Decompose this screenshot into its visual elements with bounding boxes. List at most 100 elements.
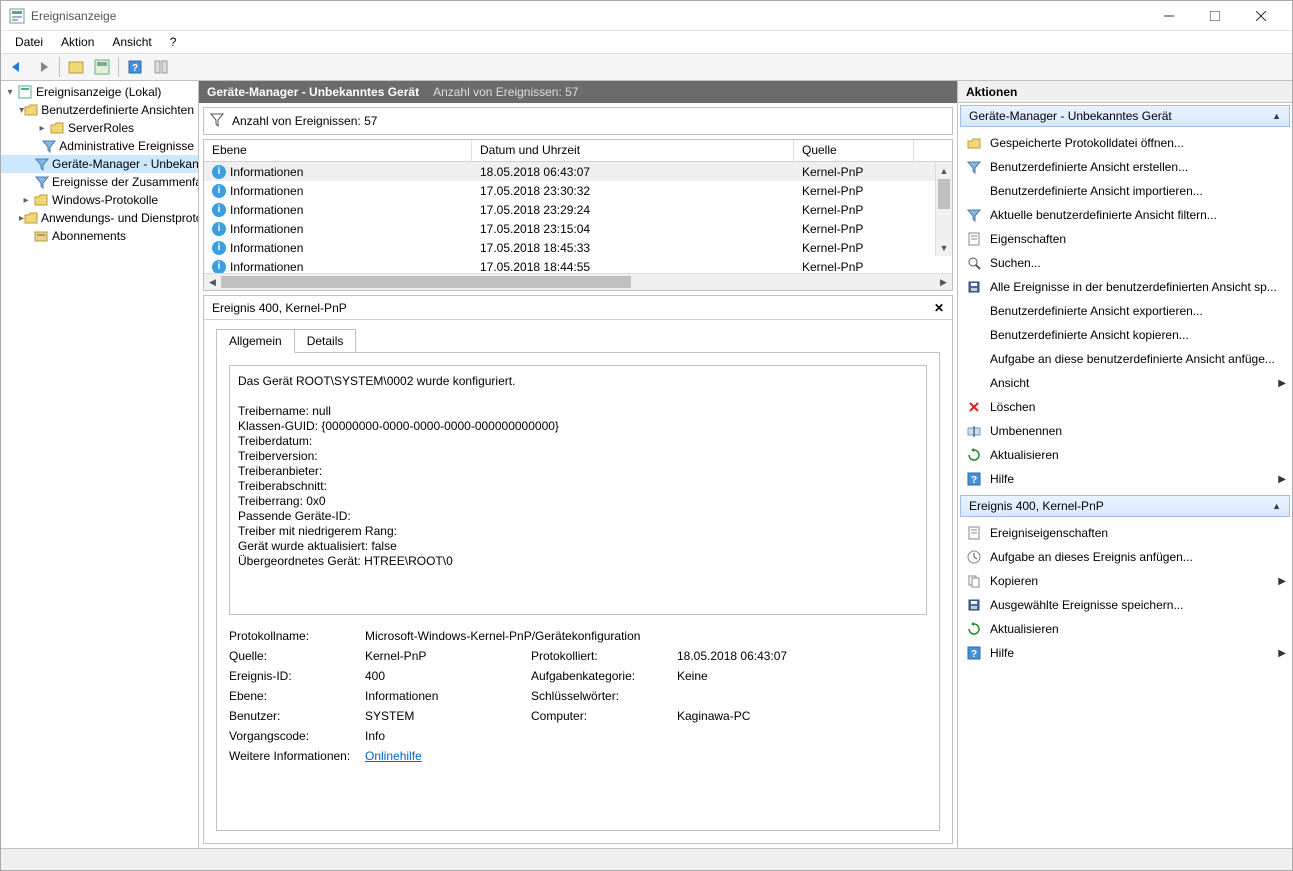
open-icon	[966, 135, 982, 151]
expander-icon[interactable]: ▸	[19, 195, 33, 206]
submenu-arrow-icon: ▶	[1278, 474, 1286, 485]
detail-close-button[interactable]: ✕	[934, 301, 944, 315]
actions-section-1[interactable]: Geräte-Manager - Unbekanntes Gerät ▲	[960, 105, 1290, 127]
expander-icon[interactable]: ▸	[35, 123, 49, 134]
menu-help[interactable]: ?	[162, 33, 185, 51]
action-label: Benutzerdefinierte Ansicht exportieren..…	[990, 304, 1203, 318]
action-item[interactable]: Suchen...	[958, 251, 1292, 275]
action-item[interactable]: Aktualisieren	[958, 617, 1292, 641]
action-label: Suchen...	[990, 256, 1041, 270]
tree-item[interactable]: ▸ServerRoles	[1, 119, 198, 137]
action-item[interactable]: Umbenennen	[958, 419, 1292, 443]
tab-general[interactable]: Allgemein	[216, 329, 295, 353]
toolbar-icon-1[interactable]	[64, 55, 88, 79]
submenu-arrow-icon: ▶	[1278, 378, 1286, 389]
tree-item[interactable]: ▾Benutzerdefinierte Ansichten	[1, 101, 198, 119]
action-label: Aktualisieren	[990, 622, 1059, 636]
filter-icon	[35, 156, 49, 172]
action-item[interactable]: ?Hilfe▶	[958, 467, 1292, 491]
menu-datei[interactable]: Datei	[7, 33, 51, 51]
action-label: Aktualisieren	[990, 448, 1059, 462]
col-date[interactable]: Datum und Uhrzeit	[472, 140, 794, 161]
action-item[interactable]: Benutzerdefinierte Ansicht exportieren..…	[958, 299, 1292, 323]
filter-icon[interactable]	[210, 113, 224, 130]
action-label: Ausgewählte Ereignisse speichern...	[990, 598, 1183, 612]
tree-item[interactable]: Administrative Ereignisse	[1, 137, 198, 155]
tree-item[interactable]: Ereignisse der Zusammenfassungsseite	[1, 173, 198, 191]
action-item[interactable]: Benutzerdefinierte Ansicht kopieren...	[958, 323, 1292, 347]
action-item[interactable]: Ansicht▶	[958, 371, 1292, 395]
table-row[interactable]: iInformationen17.05.2018 23:15:04Kernel-…	[204, 219, 952, 238]
action-item[interactable]: Alle Ereignisse in der benutzerdefiniert…	[958, 275, 1292, 299]
eventviewer-icon	[17, 84, 33, 100]
action-item[interactable]: Benutzerdefinierte Ansicht importieren..…	[958, 179, 1292, 203]
info-icon: i	[212, 222, 226, 236]
table-row[interactable]: iInformationen17.05.2018 18:45:33Kernel-…	[204, 238, 952, 257]
action-item[interactable]: Eigenschaften	[958, 227, 1292, 251]
action-item[interactable]: Ereigniseigenschaften	[958, 521, 1292, 545]
action-item[interactable]: Aktualisieren	[958, 443, 1292, 467]
action-item[interactable]: ?Hilfe▶	[958, 641, 1292, 665]
maximize-button[interactable]	[1192, 1, 1238, 31]
action-label: Ereigniseigenschaften	[990, 526, 1108, 540]
tree-item-label: Abonnements	[52, 229, 126, 243]
detail-titlebar: Ereignis 400, Kernel-PnP ✕	[204, 296, 952, 320]
tree-item-label: Administrative Ereignisse	[59, 139, 194, 153]
nav-back-button[interactable]	[5, 55, 29, 79]
close-button[interactable]	[1238, 1, 1284, 31]
table-row[interactable]: iInformationen17.05.2018 18:44:55Kernel-…	[204, 257, 952, 273]
toolbar: ?	[1, 53, 1292, 81]
action-item[interactable]: Gespeicherte Protokolldatei öffnen...	[958, 131, 1292, 155]
minimize-button[interactable]	[1146, 1, 1192, 31]
table-row[interactable]: iInformationen17.05.2018 23:29:24Kernel-…	[204, 200, 952, 219]
toolbar-help-icon[interactable]: ?	[123, 55, 147, 79]
action-item[interactable]: Kopieren▶	[958, 569, 1292, 593]
actions-section-2[interactable]: Ereignis 400, Kernel-PnP ▲	[960, 495, 1290, 517]
detail-tabs: Allgemein Details	[204, 320, 952, 352]
tree-item[interactable]: Geräte-Manager - Unbekanntes Gerät	[1, 155, 198, 173]
info-icon: i	[212, 203, 226, 217]
blank-icon	[966, 327, 982, 343]
nav-forward-button[interactable]	[31, 55, 55, 79]
action-item[interactable]: Aufgabe an dieses Ereignis anfügen...	[958, 545, 1292, 569]
tree-item[interactable]: ▸ Windows-Protokolle	[1, 191, 198, 209]
filter-icon	[35, 174, 49, 190]
action-item[interactable]: Aktuelle benutzerdefinierte Ansicht filt…	[958, 203, 1292, 227]
online-help-link[interactable]: Onlinehilfe	[365, 749, 422, 763]
table-row[interactable]: iInformationen18.05.2018 06:43:07Kernel-…	[204, 162, 952, 181]
app-window: Ereignisanzeige Datei Aktion Ansicht ? ?…	[0, 0, 1293, 871]
action-item[interactable]: Benutzerdefinierte Ansicht erstellen...	[958, 155, 1292, 179]
events-hscroll[interactable]: ◀▶	[204, 273, 952, 290]
menu-aktion[interactable]: Aktion	[53, 33, 102, 51]
folder-icon	[33, 192, 49, 208]
menu-ansicht[interactable]: Ansicht	[104, 33, 159, 51]
table-header: Ebene Datum und Uhrzeit Quelle	[204, 140, 952, 162]
action-item[interactable]: Ausgewählte Ereignisse speichern...	[958, 593, 1292, 617]
collapse-icon[interactable]: ▲	[1272, 111, 1281, 121]
refresh-icon	[966, 621, 982, 637]
tree-item-label: Anwendungs- und Dienstprotokolle	[41, 211, 199, 225]
tree-item-label: Windows-Protokolle	[52, 193, 158, 207]
task-icon	[966, 549, 982, 565]
toolbar-icon-2[interactable]	[90, 55, 114, 79]
event-description: Das Gerät ROOT\SYSTEM\0002 wurde konfigu…	[229, 365, 927, 615]
tree-root[interactable]: ▾ Ereignisanzeige (Lokal)	[1, 83, 198, 101]
subs-icon	[33, 228, 49, 244]
tree-item[interactable]: ▸Anwendungs- und Dienstprotokolle	[1, 209, 198, 227]
table-row[interactable]: iInformationen17.05.2018 23:30:32Kernel-…	[204, 181, 952, 200]
action-label: Eigenschaften	[990, 232, 1066, 246]
expander-icon[interactable]: ▾	[3, 87, 17, 98]
menubar: Datei Aktion Ansicht ?	[1, 31, 1292, 53]
collapse-icon[interactable]: ▲	[1272, 501, 1281, 511]
action-item[interactable]: Löschen	[958, 395, 1292, 419]
help-icon: ?	[966, 471, 982, 487]
col-level[interactable]: Ebene	[204, 140, 472, 161]
tree-item[interactable]: Abonnements	[1, 227, 198, 245]
toolbar-icon-3[interactable]	[149, 55, 173, 79]
tab-details[interactable]: Details	[295, 329, 357, 353]
action-item[interactable]: Aufgabe an diese benutzerdefinierte Ansi…	[958, 347, 1292, 371]
events-vscroll[interactable]: ▲▼	[935, 162, 952, 256]
window-title: Ereignisanzeige	[31, 9, 1146, 23]
svg-text:?: ?	[132, 63, 138, 74]
col-source[interactable]: Quelle	[794, 140, 914, 161]
